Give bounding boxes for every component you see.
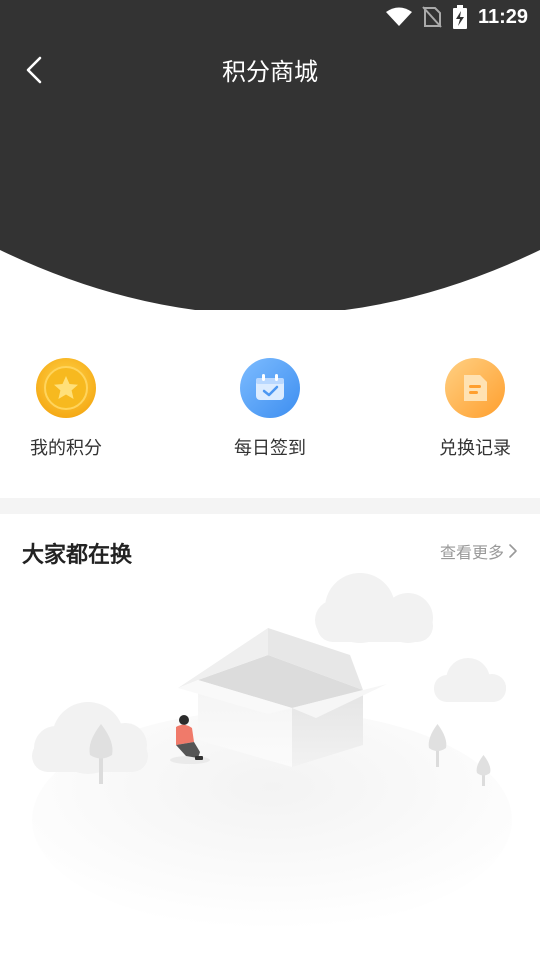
page-title: 积分商城	[222, 58, 318, 86]
view-more-link[interactable]: 查看更多	[440, 539, 518, 563]
chevron-right-icon	[509, 544, 517, 558]
daily-checkin-button[interactable]: 每日签到	[210, 358, 330, 460]
cloud-left	[32, 702, 148, 774]
status-icons: 11:29	[385, 5, 528, 29]
battery-charging-icon	[452, 5, 467, 29]
exchange-records-label: 兑换记录	[439, 438, 511, 459]
daily-checkin-label: 每日签到	[234, 438, 306, 459]
section-divider	[0, 498, 540, 514]
status-bar: 11:29	[0, 0, 540, 36]
empty-state-illustration	[32, 573, 512, 930]
my-points-label: 我的积分	[30, 438, 102, 459]
document-icon	[445, 358, 505, 418]
wifi-icon	[385, 7, 412, 26]
calendar-check-icon	[240, 358, 300, 418]
header-background	[0, 0, 540, 310]
quick-actions: 我的积分 每日签到 兑换记录	[0, 358, 540, 468]
points-mall-screen: 11:29 积分商城 我的积分 每日签到 兑换记录 大家都在换 查看更多	[0, 0, 540, 960]
cloud-top-right	[315, 573, 433, 643]
no-sim-icon	[422, 6, 442, 28]
cloud-right	[434, 658, 506, 702]
exchange-records-button[interactable]: 兑换记录	[415, 358, 535, 460]
my-points-button[interactable]: 我的积分	[6, 358, 126, 460]
star-coin-icon	[36, 358, 96, 418]
status-time: 11:29	[477, 5, 528, 28]
view-more-label: 查看更多	[439, 543, 504, 562]
